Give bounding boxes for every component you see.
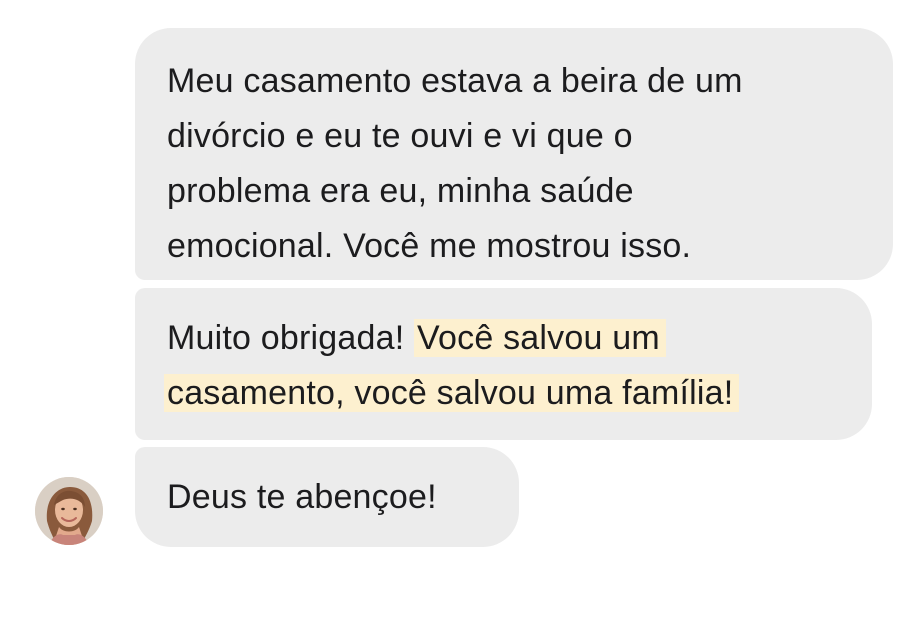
message-3-text: Deus te abençoe! — [167, 478, 437, 516]
message-2-highlight-1: Você salvou um — [414, 319, 666, 357]
profile-photo-icon — [35, 477, 103, 545]
avatar[interactable] — [35, 477, 103, 545]
message-2-highlight-2: casamento, você salvou uma família! — [164, 374, 740, 412]
message-2-line-1: Muito obrigada! Você salvou um — [167, 311, 846, 366]
message-1-line-3: problema era eu, minha saúde — [167, 172, 634, 210]
message-bubble-2: Muito obrigada! Você salvou um casamento… — [135, 288, 872, 440]
message-1-line-2: divórcio e eu te ouvi e vi que o — [167, 117, 633, 155]
message-bubble-3: Deus te abençoe! — [135, 447, 519, 547]
message-1-line-4: emocional. Você me mostrou isso. — [167, 227, 692, 265]
message-2-plain-text: Muito obrigada! — [167, 319, 415, 357]
message-2-line-2: casamento, você salvou uma família! — [164, 366, 846, 421]
message-bubble-1: Meu casamento estava a beira de um divór… — [135, 28, 893, 280]
message-1-line-1: Meu casamento estava a beira de um — [167, 62, 743, 100]
